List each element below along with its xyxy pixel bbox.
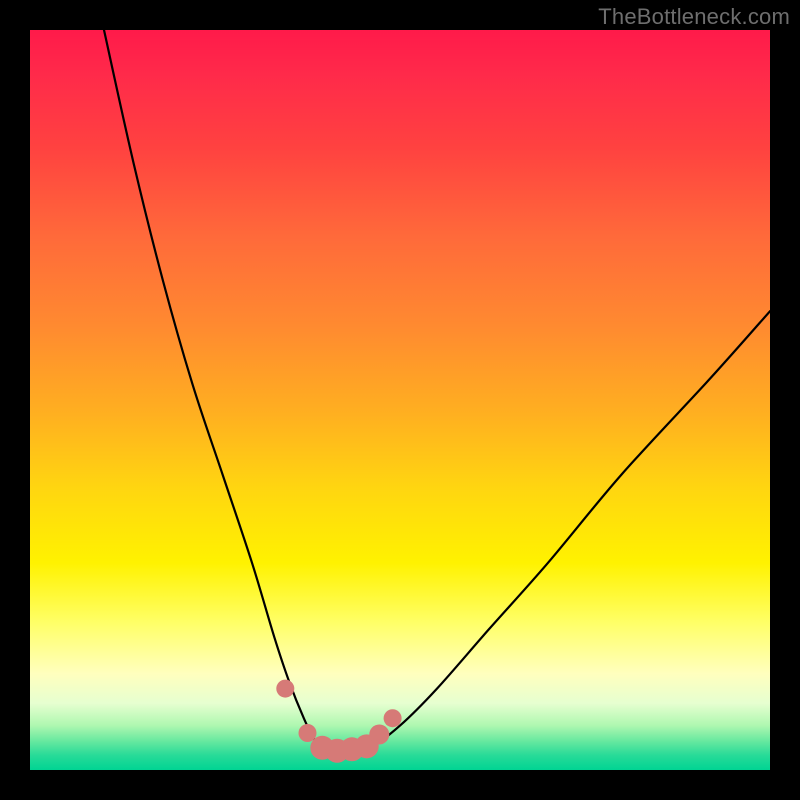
trough-dot bbox=[384, 709, 402, 727]
chart-frame: TheBottleneck.com bbox=[0, 0, 800, 800]
bottleneck-curve bbox=[104, 30, 770, 753]
trough-dot bbox=[276, 680, 294, 698]
curve-layer bbox=[30, 30, 770, 770]
trough-dot bbox=[369, 724, 389, 744]
plot-area bbox=[30, 30, 770, 770]
trough-markers bbox=[276, 680, 401, 763]
watermark-text: TheBottleneck.com bbox=[598, 4, 790, 30]
trough-dot bbox=[299, 724, 317, 742]
